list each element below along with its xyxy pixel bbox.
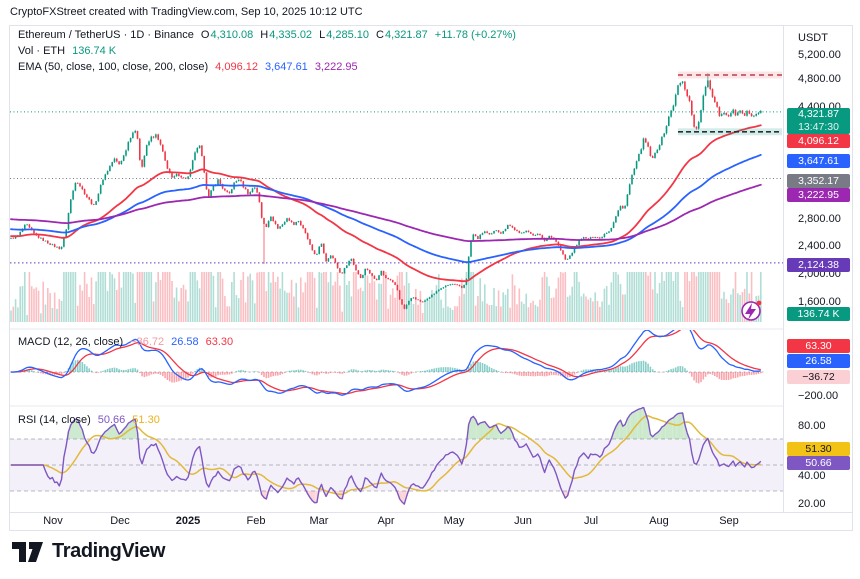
price-tick: −200.00 [798,390,838,402]
macd-line [11,323,761,395]
ema50-line [11,125,761,281]
tradingview-logo[interactable]: TradingView [12,538,165,564]
chart-canvas[interactable] [10,26,783,512]
ema50-value-label: 4,096.12 [787,134,850,148]
rsi-ma-value-label: 51.30 [787,442,850,456]
rsi-value-label: 50.66 [787,456,850,470]
tradingview-logo-icon [12,538,44,564]
legend-volume-row[interactable]: Vol · ETH 136.74 K [18,45,123,57]
legend-item: L [319,29,325,41]
legend-item: 51.30 [132,414,160,426]
legend-item: 4,096.12 [215,61,258,73]
legend-item: O [201,29,210,41]
legend-item: 4,310.08 [210,29,253,41]
legend-item: 4,321.87 [385,29,428,41]
price-tick: 5,200.00 [798,49,841,61]
time-tick: 2025 [176,515,200,527]
legend-rsi-row[interactable]: RSI (14, close) 50.66 51.30 [18,414,167,426]
legend-item: 136.74 K [72,45,116,57]
time-tick: Mar [310,515,329,527]
legend-symbol-row[interactable]: Ethereum / TetherUS · 1D · Binance O4,310… [18,29,523,41]
ema100-value-label: 3,647.61 [787,154,850,168]
legend-item: EMA (50, close, 100, close, 200, close) [18,61,208,73]
tradingview-logo-text: TradingView [52,540,165,563]
level-3352-label: 3,352.17 [787,174,850,188]
legend-item: C [376,29,384,41]
legend-item: 3,222.95 [315,61,358,73]
price-tick: 80.00 [798,420,826,432]
time-tick: May [444,515,465,527]
legend-item: 50.66 [98,414,126,426]
legend-item: −36.72 [130,336,164,348]
time-tick: Jun [514,515,532,527]
legend-macd-row[interactable]: MACD (12, 26, close) −36.72 26.58 63.30 [18,336,240,348]
time-tick: Dec [110,515,130,527]
time-tick: Feb [247,515,266,527]
macd-hist-value-label: −36.72 [787,370,850,384]
price-tick: 40.00 [798,470,826,482]
level-2124-label: 2,124.38 [787,258,850,272]
macd-signal-value-label: 63.30 [787,339,850,353]
legend-item: 63.30 [206,336,234,348]
current-price-label: 4,321.8713:47:30 [787,108,850,134]
price-tick: 4,800.00 [798,73,841,85]
price-axis[interactable]: USDT 5,200.004,800.004,400.002,800.002,4… [783,26,852,512]
legend-ema-row[interactable]: EMA (50, close, 100, close, 200, close) 4… [18,61,365,73]
price-axis-currency: USDT [798,32,828,44]
price-tick: 20.00 [798,498,826,510]
legend-item: Vol · ETH [18,45,65,57]
legend-item: 3,647.61 [265,61,308,73]
price-tick: 2,800.00 [798,213,841,225]
resistance-zone [678,72,782,79]
time-tick: Sep [719,515,739,527]
time-tick: Nov [43,515,63,527]
volume-value-label: 136.74 K [787,307,850,321]
countdown: 13:47:30 [787,121,850,134]
price-tick: 2,400.00 [798,240,841,252]
ema100-line [11,155,761,262]
tradingview-chart-widget: CryptoFXStreet created with TradingView.… [0,0,860,579]
legend-item: H [260,29,268,41]
legend-item: +11.78 (+0.27%) [435,29,516,41]
time-tick: Jul [584,515,598,527]
ema200-value-label: 3,222.95 [787,188,850,202]
flash-icon[interactable] [742,301,761,320]
time-tick: Apr [377,515,394,527]
legend-item: 4,285.10 [326,29,369,41]
time-tick: Aug [649,515,669,527]
macd-line-value-label: 26.58 [787,354,850,368]
legend-item: 26.58 [171,336,199,348]
legend-item: Ethereum / TetherUS · 1D · Binance [18,29,194,41]
credit-line: CryptoFXStreet created with TradingView.… [10,6,363,18]
chart-frame: Ethereum / TetherUS · 1D · Binance O4,310… [9,25,853,531]
time-axis[interactable]: Nov Dec 2025 Feb Mar Apr May Jun Jul Aug Sep [10,512,852,530]
legend-item: MACD (12, 26, close) [18,336,123,348]
legend-item: RSI (14, close) [18,414,91,426]
legend-item: 4,335.02 [269,29,312,41]
